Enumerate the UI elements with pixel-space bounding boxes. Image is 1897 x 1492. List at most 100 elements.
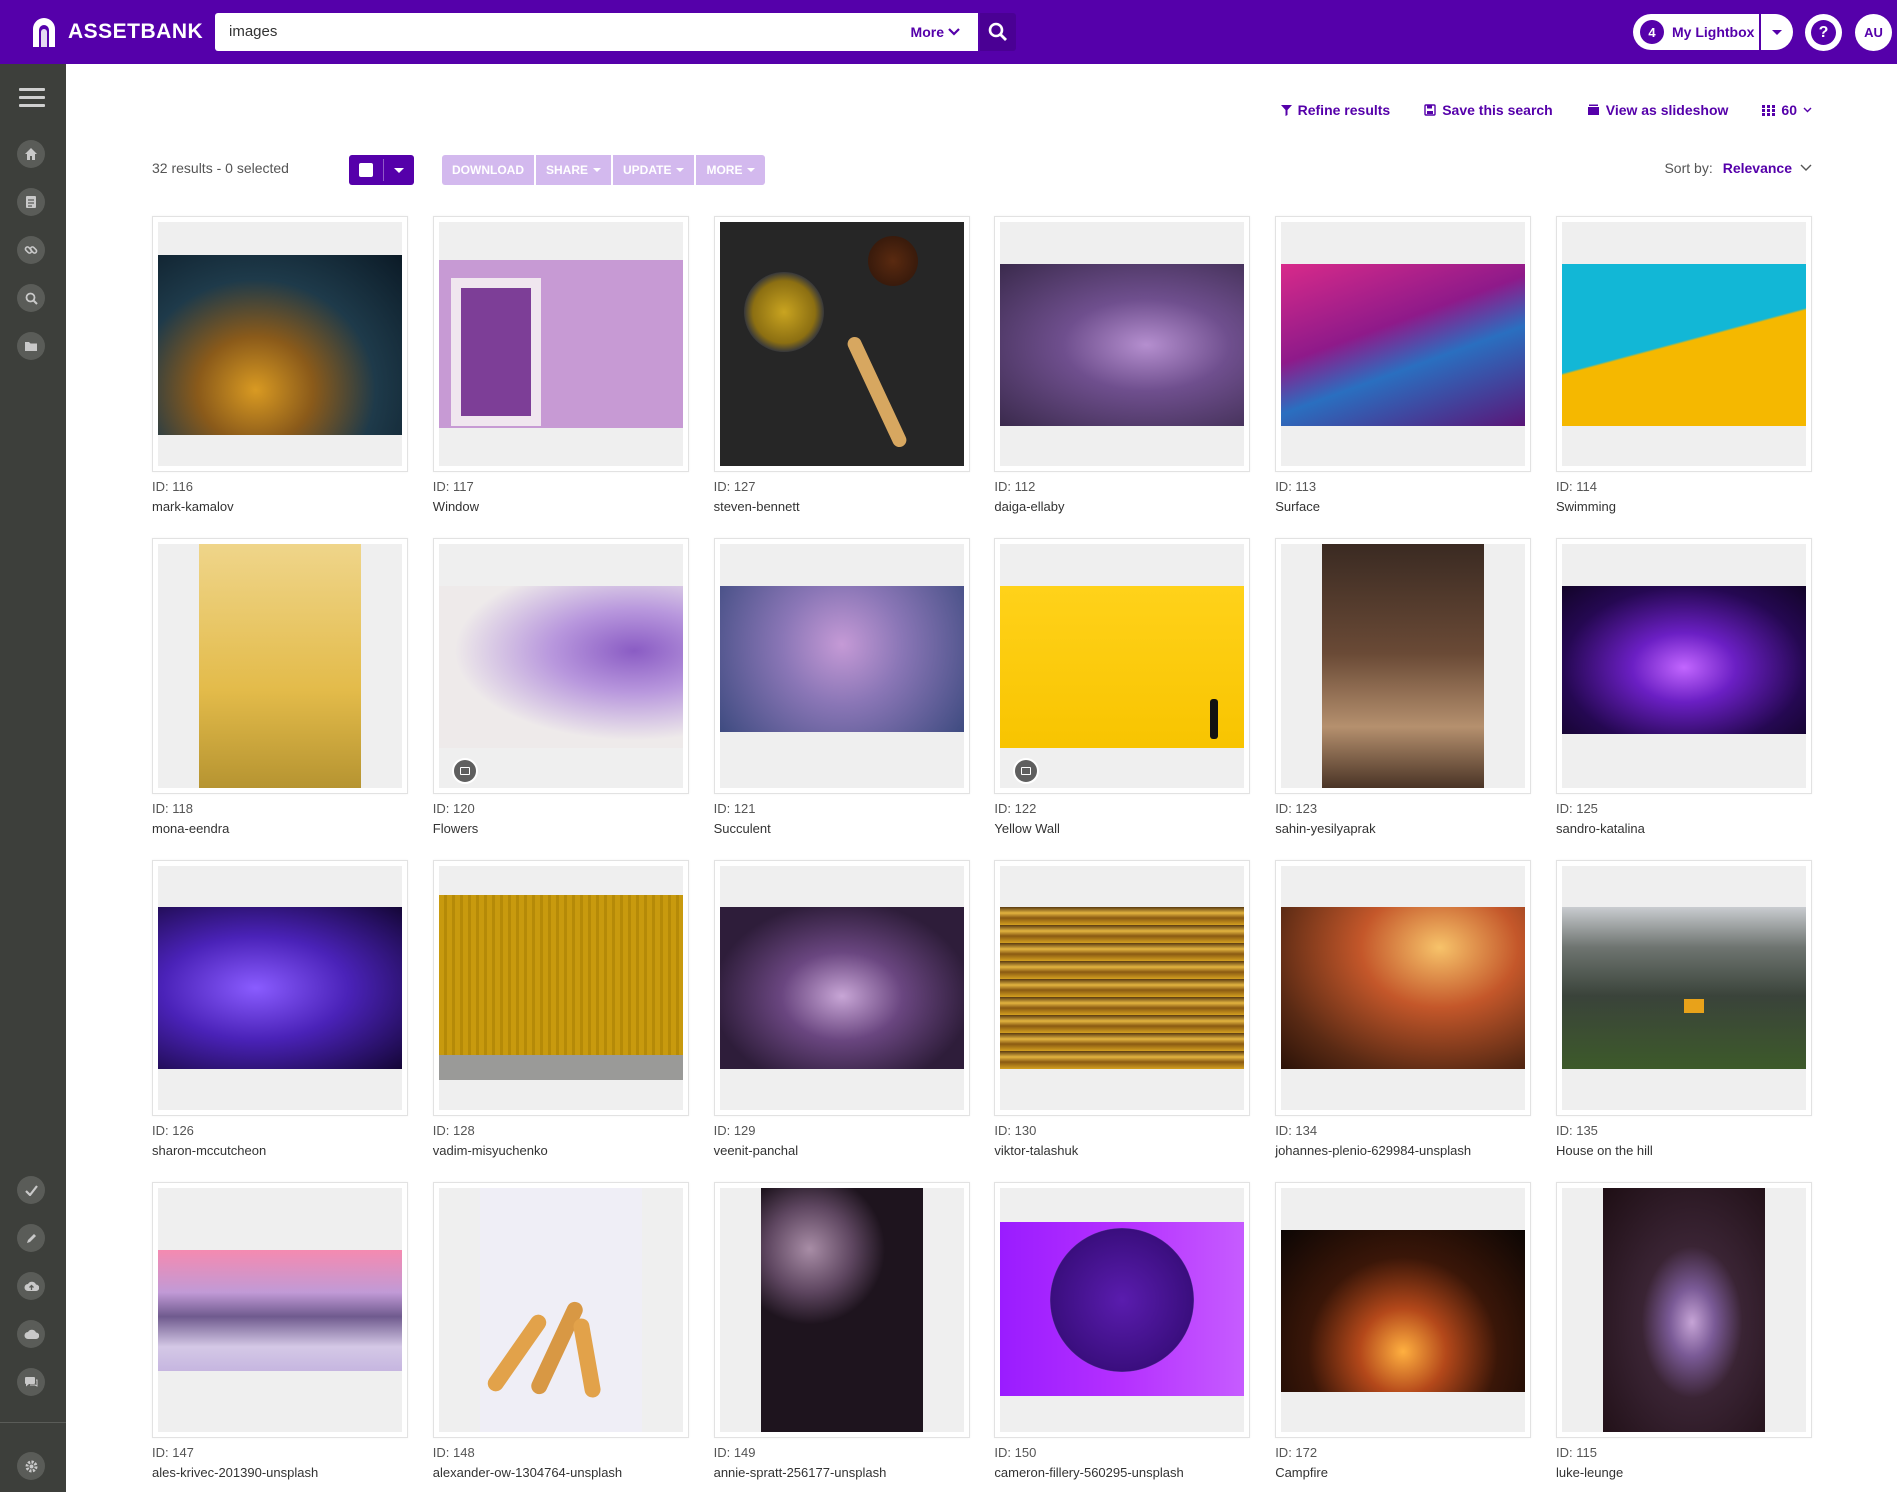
embedded-data-badge-icon[interactable]: [451, 758, 478, 784]
logo[interactable]: ASSETBANK: [30, 16, 203, 48]
asset-card[interactable]: ID: 112 daiga-ellaby: [994, 216, 1251, 514]
asset-card[interactable]: ID: 113 Surface: [1275, 216, 1532, 514]
asset-thumbnail[interactable]: [432, 1182, 689, 1438]
select-all-control[interactable]: [349, 155, 414, 185]
asset-thumbnail[interactable]: [994, 216, 1251, 472]
asset-name[interactable]: sandro-katalina: [1556, 821, 1812, 836]
asset-card[interactable]: ID: 114 Swimming: [1555, 216, 1812, 514]
more-actions-button[interactable]: MORE: [696, 155, 766, 185]
asset-name[interactable]: viktor-talashuk: [994, 1143, 1250, 1158]
asset-thumbnail[interactable]: [432, 860, 689, 1116]
asset-name[interactable]: mark-kamalov: [152, 499, 408, 514]
select-all-checkbox[interactable]: [359, 163, 373, 177]
asset-name[interactable]: johannes-plenio-629984-unsplash: [1275, 1143, 1531, 1158]
asset-thumbnail[interactable]: [994, 1182, 1251, 1438]
sidebar-edit[interactable]: [17, 1224, 45, 1252]
lightbox-dropdown-button[interactable]: [1761, 14, 1793, 50]
asset-card[interactable]: ID: 134 johannes-plenio-629984-unsplash: [1275, 860, 1532, 1158]
sidebar-home[interactable]: [17, 140, 45, 168]
asset-card[interactable]: ID: 129 veenit-panchal: [713, 860, 970, 1158]
lightbox-button[interactable]: 4 My Lightbox: [1633, 14, 1759, 50]
asset-card[interactable]: ID: 172 Campfire: [1275, 1182, 1532, 1480]
share-button[interactable]: SHARE: [536, 155, 612, 185]
asset-name[interactable]: veenit-panchal: [714, 1143, 970, 1158]
asset-card[interactable]: ID: 150 cameron-fillery-560295-unsplash: [994, 1182, 1251, 1480]
asset-thumbnail[interactable]: [1555, 216, 1812, 472]
select-dropdown-caret[interactable]: [394, 168, 404, 173]
sidebar-cloud[interactable]: [17, 1320, 45, 1348]
asset-thumbnail[interactable]: [1555, 860, 1812, 1116]
asset-name[interactable]: Succulent: [714, 821, 970, 836]
asset-thumbnail[interactable]: [713, 216, 970, 472]
asset-name[interactable]: Surface: [1275, 499, 1531, 514]
slideshow-link[interactable]: View as slideshow: [1587, 102, 1728, 118]
sidebar-documents[interactable]: [17, 188, 45, 216]
asset-thumbnail[interactable]: [1275, 216, 1532, 472]
asset-card[interactable]: ID: 128 vadim-misyuchenko: [432, 860, 689, 1158]
search-input[interactable]: images More: [215, 13, 978, 51]
asset-card[interactable]: ID: 130 viktor-talashuk: [994, 860, 1251, 1158]
asset-name[interactable]: vadim-misyuchenko: [433, 1143, 689, 1158]
save-search-link[interactable]: Save this search: [1424, 102, 1553, 118]
menu-icon[interactable]: [19, 88, 45, 108]
asset-card[interactable]: ID: 135 House on the hill: [1555, 860, 1812, 1158]
sort-dropdown[interactable]: Relevance: [1723, 160, 1812, 176]
asset-thumbnail[interactable]: [432, 538, 689, 794]
asset-card[interactable]: ID: 126 sharon-mccutcheon: [152, 860, 408, 1158]
asset-thumbnail[interactable]: [713, 860, 970, 1116]
asset-card[interactable]: ID: 147 ales-krivec-201390-unsplash: [152, 1182, 408, 1480]
asset-name[interactable]: sharon-mccutcheon: [152, 1143, 408, 1158]
refine-results-link[interactable]: Refine results: [1280, 102, 1390, 118]
asset-thumbnail[interactable]: [152, 860, 408, 1116]
search-button[interactable]: [980, 13, 1016, 51]
sidebar-approvals[interactable]: [17, 1176, 45, 1204]
asset-thumbnail[interactable]: [1275, 538, 1532, 794]
update-button[interactable]: UPDATE: [613, 155, 695, 185]
asset-thumbnail[interactable]: [994, 860, 1251, 1116]
asset-name[interactable]: ales-krivec-201390-unsplash: [152, 1465, 408, 1480]
asset-card[interactable]: ID: 148 alexander-ow-1304764-unsplash: [432, 1182, 689, 1480]
asset-name[interactable]: Campfire: [1275, 1465, 1531, 1480]
asset-thumbnail[interactable]: [994, 538, 1251, 794]
embedded-data-badge-icon[interactable]: [1013, 758, 1040, 784]
asset-name[interactable]: daiga-ellaby: [994, 499, 1250, 514]
asset-name[interactable]: alexander-ow-1304764-unsplash: [433, 1465, 689, 1480]
asset-name[interactable]: steven-bennett: [714, 499, 970, 514]
sidebar-settings[interactable]: [17, 1452, 45, 1480]
asset-thumbnail[interactable]: [432, 216, 689, 472]
asset-card[interactable]: ID: 149 annie-spratt-256177-unsplash: [713, 1182, 970, 1480]
asset-thumbnail[interactable]: [1275, 860, 1532, 1116]
sidebar-upload[interactable]: [17, 1272, 45, 1300]
asset-card[interactable]: ID: 118 mona-eendra: [152, 538, 408, 836]
asset-name[interactable]: House on the hill: [1556, 1143, 1812, 1158]
asset-name[interactable]: annie-spratt-256177-unsplash: [714, 1465, 970, 1480]
asset-name[interactable]: Window: [433, 499, 689, 514]
help-button[interactable]: ?: [1805, 14, 1842, 51]
asset-name[interactable]: Swimming: [1556, 499, 1812, 514]
asset-name[interactable]: mona-eendra: [152, 821, 408, 836]
asset-thumbnail[interactable]: [152, 1182, 408, 1438]
asset-name[interactable]: Flowers: [433, 821, 689, 836]
asset-thumbnail[interactable]: [1555, 538, 1812, 794]
asset-thumbnail[interactable]: [152, 216, 408, 472]
search-value[interactable]: images: [229, 23, 277, 40]
asset-card[interactable]: ID: 125 sandro-katalina: [1555, 538, 1812, 836]
asset-name[interactable]: luke-leunge: [1556, 1465, 1812, 1480]
asset-card[interactable]: ID: 127 steven-bennett: [713, 216, 970, 514]
sidebar-chat[interactable]: [17, 1368, 45, 1396]
asset-card[interactable]: ID: 116 mark-kamalov: [152, 216, 408, 514]
asset-card[interactable]: ID: 120 Flowers: [432, 538, 689, 836]
sidebar-folders[interactable]: [17, 332, 45, 360]
asset-card[interactable]: ID: 121 Succulent: [713, 538, 970, 836]
asset-name[interactable]: sahin-yesilyaprak: [1275, 821, 1531, 836]
asset-card[interactable]: ID: 117 Window: [432, 216, 689, 514]
download-button[interactable]: DOWNLOAD: [442, 155, 534, 185]
asset-thumbnail[interactable]: [713, 538, 970, 794]
sidebar-search[interactable]: [17, 284, 45, 312]
user-avatar[interactable]: AU: [1855, 14, 1892, 51]
asset-thumbnail[interactable]: [1555, 1182, 1812, 1438]
asset-name[interactable]: cameron-fillery-560295-unsplash: [994, 1465, 1250, 1480]
asset-card[interactable]: ID: 123 sahin-yesilyaprak: [1275, 538, 1532, 836]
asset-thumbnail[interactable]: [713, 1182, 970, 1438]
asset-name[interactable]: Yellow Wall: [994, 821, 1250, 836]
